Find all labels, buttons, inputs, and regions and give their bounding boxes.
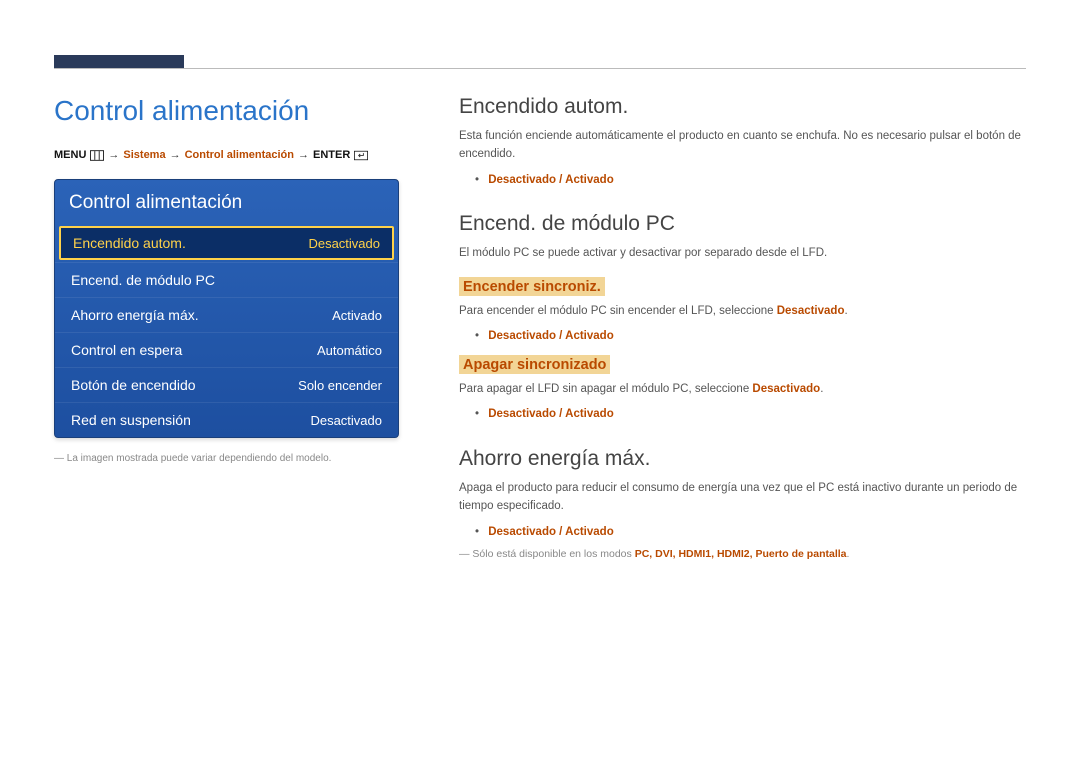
osd-row-boton-encendido[interactable]: Botón de encendido Solo encender <box>55 367 398 402</box>
option-values: Desactivado / Activado <box>459 404 1026 425</box>
section-ahorro-energia: Ahorro energía máx. Apaga el producto pa… <box>459 447 1026 563</box>
section-description: Esta función enciende automáticamente el… <box>459 127 1026 164</box>
subsection-description: Para apagar el LFD sin apagar el módulo … <box>459 380 1026 398</box>
page-title: Control alimentación <box>54 95 399 127</box>
option-values: Desactivado / Activado <box>459 170 1026 191</box>
section-footnote: Sólo está disponible en los modos PC, DV… <box>459 546 1026 563</box>
breadcrumb-seg-control: Control alimentación <box>185 149 294 161</box>
osd-row-value: Desactivado <box>308 236 380 251</box>
osd-row-value: Desactivado <box>310 413 382 428</box>
breadcrumb-arrow: → <box>108 149 119 161</box>
breadcrumb-arrow: → <box>298 149 309 161</box>
breadcrumb-seg-sistema: Sistema <box>123 149 165 161</box>
action-word: Desactivado <box>752 383 820 395</box>
subsection-encender-sincroniz: Encender sincroniz. Para encender el mód… <box>459 269 1026 347</box>
osd-row-value: Automático <box>317 343 382 358</box>
osd-row-value: Activado <box>332 308 382 323</box>
breadcrumb-menu-label: MENU <box>54 149 86 161</box>
breadcrumb-arrow: → <box>170 149 181 161</box>
osd-row-red-suspension[interactable]: Red en suspensión Desactivado <box>55 402 398 437</box>
osd-row-control-espera[interactable]: Control en espera Automático <box>55 332 398 367</box>
section-encendido-autom: Encendido autom. Esta función enciende a… <box>459 95 1026 190</box>
section-description: Apaga el producto para reducir el consum… <box>459 479 1026 516</box>
subsection-title: Apagar sincronizado <box>459 355 610 374</box>
osd-panel: Control alimentación Encendido autom. De… <box>54 179 399 438</box>
osd-row-encend-modulo-pc[interactable]: Encend. de módulo PC <box>55 262 398 297</box>
osd-row-label: Botón de encendido <box>71 377 196 393</box>
section-title: Encendido autom. <box>459 95 1026 119</box>
subsection-title: Encender sincroniz. <box>459 277 605 296</box>
breadcrumb: MENU → Sistema → Control alimentación → … <box>54 149 399 161</box>
subsection-apagar-sincronizado: Apagar sincronizado Para apagar el LFD s… <box>459 347 1026 425</box>
osd-row-ahorro-energia[interactable]: Ahorro energía máx. Activado <box>55 297 398 332</box>
osd-row-value: Solo encender <box>298 378 382 393</box>
page-header-rule <box>54 68 1026 69</box>
osd-row-label: Control en espera <box>71 342 182 358</box>
osd-row-encendido-autom[interactable]: Encendido autom. Desactivado <box>59 226 394 260</box>
page-header-mark <box>54 55 184 68</box>
option-values: Desactivado / Activado <box>459 326 1026 347</box>
osd-header: Control alimentación <box>55 180 398 224</box>
section-title: Ahorro energía máx. <box>459 447 1026 471</box>
section-description: El módulo PC se puede activar y desactiv… <box>459 244 1026 262</box>
osd-row-label: Ahorro energía máx. <box>71 307 199 323</box>
osd-row-label: Encendido autom. <box>73 235 186 251</box>
osd-row-label: Encend. de módulo PC <box>71 272 215 288</box>
osd-footnote: La imagen mostrada puede variar dependie… <box>54 452 399 466</box>
enter-icon <box>354 150 368 161</box>
subsection-description: Para encender el módulo PC sin encender … <box>459 302 1026 320</box>
breadcrumb-enter-label: ENTER <box>313 149 350 161</box>
osd-row-label: Red en suspensión <box>71 412 191 428</box>
menu-grid-icon <box>90 150 104 161</box>
option-values: Desactivado / Activado <box>459 522 1026 543</box>
section-title: Encend. de módulo PC <box>459 212 1026 236</box>
action-word: Desactivado <box>777 305 845 317</box>
footnote-modes: PC, DVI, HDMI1, HDMI2, Puerto de pantall… <box>635 548 847 560</box>
section-encend-modulo-pc: Encend. de módulo PC El módulo PC se pue… <box>459 212 1026 425</box>
